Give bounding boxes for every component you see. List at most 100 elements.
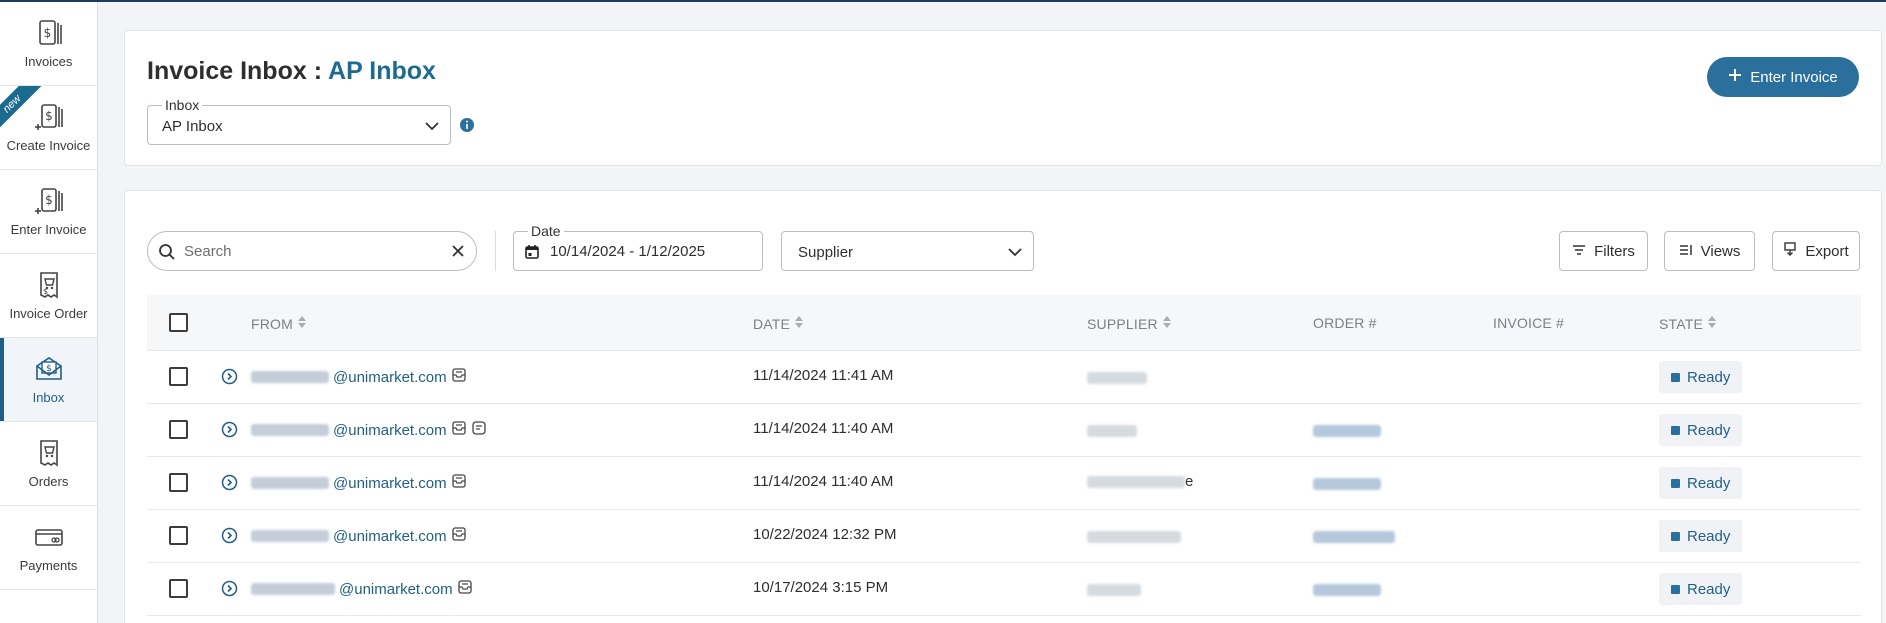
from-cell[interactable]: @unimarket.com <box>251 579 473 599</box>
supplier-cell <box>1087 530 1181 547</box>
filters-label: Filters <box>1594 242 1635 260</box>
status-dot <box>1671 531 1680 541</box>
supplier-select[interactable]: Supplier <box>781 231 1034 271</box>
svg-text:$: $ <box>45 193 53 207</box>
close-icon[interactable] <box>450 243 466 264</box>
enter-invoice-label: Enter Invoice <box>1750 68 1838 86</box>
supplier-select-value: Supplier <box>798 244 854 261</box>
date-range-label: Date <box>528 223 564 239</box>
enter-invoice-button[interactable]: Enter Invoice <box>1707 57 1859 97</box>
row-checkbox[interactable] <box>169 420 188 439</box>
redacted-sender <box>251 530 329 542</box>
status-badge: Ready <box>1659 573 1743 605</box>
expand-row-icon[interactable] <box>221 421 238 443</box>
sidebar-item-label: Invoices <box>24 54 73 69</box>
table-row[interactable]: @unimarket.com 10/22/2024 12:32 PM Ready <box>147 510 1861 563</box>
from-domain: @unimarket.com <box>339 580 453 598</box>
filter-lines-icon <box>1572 243 1586 260</box>
row-checkbox[interactable] <box>169 526 188 545</box>
status-label: Ready <box>1687 421 1731 439</box>
export-button[interactable]: Export <box>1772 231 1860 271</box>
date-cell: 11/14/2024 11:40 AM <box>753 420 894 437</box>
order-cell[interactable] <box>1313 477 1381 494</box>
table-row[interactable]: @unimarket.com 11/14/2024 11:41 AM Ready <box>147 351 1861 404</box>
sidebar-item-invoice-order[interactable]: $ Invoice Order <box>0 254 97 338</box>
email-icon[interactable] <box>451 367 467 387</box>
sidebar-item-orders[interactable]: Orders <box>0 422 97 506</box>
search-icon <box>158 243 176 266</box>
table-row[interactable]: @unimarket.com 11/14/2024 11:40 AM e Rea… <box>147 457 1861 510</box>
email-icon[interactable] <box>451 526 467 546</box>
export-icon <box>1783 242 1797 260</box>
inbox-select[interactable]: Inbox AP Inbox <box>147 97 451 145</box>
sidebar-item-create-invoice[interactable]: new $ Create Invoice <box>0 86 97 170</box>
date-cell: 11/14/2024 11:41 AM <box>753 367 894 384</box>
column-header-from[interactable]: FROM <box>251 315 307 332</box>
sort-icon <box>1162 315 1172 332</box>
email-icon[interactable] <box>451 420 467 440</box>
expand-row-icon[interactable] <box>221 580 238 602</box>
order-cell[interactable] <box>1313 583 1381 600</box>
column-header-label: INVOICE # <box>1493 315 1565 331</box>
supplier-cell: e <box>1087 473 1193 490</box>
svg-text:$: $ <box>45 109 53 123</box>
payments-icon <box>34 522 64 552</box>
chevron-down-icon <box>424 118 440 139</box>
inbox-list-card: Search Date 10/14/2024 - 1/12/2025 Suppl… <box>124 190 1882 623</box>
redacted-sender <box>251 477 329 489</box>
table-row[interactable]: @unimarket.com 11/14/2024 11:40 AM Ready <box>147 404 1861 457</box>
column-header-date[interactable]: DATE <box>753 315 804 332</box>
sidebar-item-inbox[interactable]: $ Inbox <box>0 338 97 422</box>
redacted-supplier <box>1087 475 1185 488</box>
email-icon[interactable] <box>457 579 473 599</box>
column-header-order: ORDER # <box>1313 315 1377 331</box>
sidebar-item-label: Inbox <box>32 390 65 405</box>
sort-icon <box>297 315 307 332</box>
search-input[interactable]: Search <box>147 231 477 271</box>
select-all-checkbox[interactable] <box>169 313 188 332</box>
sidebar-item-label: Invoice Order <box>9 306 88 321</box>
column-header-supplier[interactable]: SUPPLIER <box>1087 315 1172 332</box>
row-checkbox[interactable] <box>169 579 188 598</box>
column-header-state[interactable]: STATE <box>1659 315 1717 332</box>
enter-invoice-icon: $ <box>34 186 64 216</box>
expand-row-icon[interactable] <box>221 474 238 496</box>
invoice-order-icon: $ <box>34 270 64 300</box>
date-cell: 10/22/2024 12:32 PM <box>753 526 897 543</box>
column-header-label: STATE <box>1659 315 1704 332</box>
header-card: Invoice Inbox : AP Inbox Inbox AP Inbox … <box>124 30 1882 166</box>
column-header-label: SUPPLIER <box>1087 315 1158 332</box>
svg-text:$: $ <box>43 287 48 296</box>
note-icon[interactable] <box>471 420 487 440</box>
status-label: Ready <box>1687 368 1731 386</box>
sidebar-item-label: Payments <box>19 558 78 573</box>
filters-button[interactable]: Filters <box>1559 231 1648 271</box>
email-icon[interactable] <box>451 473 467 493</box>
from-cell[interactable]: @unimarket.com <box>251 367 467 387</box>
sort-icon <box>794 315 804 332</box>
expand-row-icon[interactable] <box>221 368 238 390</box>
plus-icon <box>1728 68 1742 86</box>
order-cell[interactable] <box>1313 530 1395 547</box>
from-cell[interactable]: @unimarket.com <box>251 473 467 493</box>
sidebar-item-label: Orders <box>28 474 69 489</box>
expand-row-icon[interactable] <box>221 527 238 549</box>
order-cell[interactable] <box>1313 424 1381 441</box>
row-checkbox[interactable] <box>169 367 188 386</box>
status-badge: Ready <box>1659 414 1743 446</box>
table-row[interactable]: @unimarket.com 10/17/2024 3:15 PM Ready <box>147 563 1861 616</box>
status-badge: Ready <box>1659 361 1743 393</box>
from-cell[interactable]: @unimarket.com <box>251 526 467 546</box>
sidebar-item-enter-invoice[interactable]: $ Enter Invoice <box>0 170 97 254</box>
sidebar-item-payments[interactable]: Payments <box>0 506 97 590</box>
inbox-select-value: AP Inbox <box>162 118 223 135</box>
row-checkbox[interactable] <box>169 473 188 492</box>
info-icon[interactable] <box>459 117 475 138</box>
from-domain: @unimarket.com <box>333 421 447 439</box>
column-header-label: ORDER # <box>1313 315 1377 331</box>
views-button[interactable]: Views <box>1664 231 1755 271</box>
export-label: Export <box>1805 242 1849 260</box>
date-range-field[interactable]: Date 10/14/2024 - 1/12/2025 <box>513 223 763 271</box>
from-cell[interactable]: @unimarket.com <box>251 420 487 440</box>
sidebar-item-invoices[interactable]: $ Invoices <box>0 2 97 86</box>
